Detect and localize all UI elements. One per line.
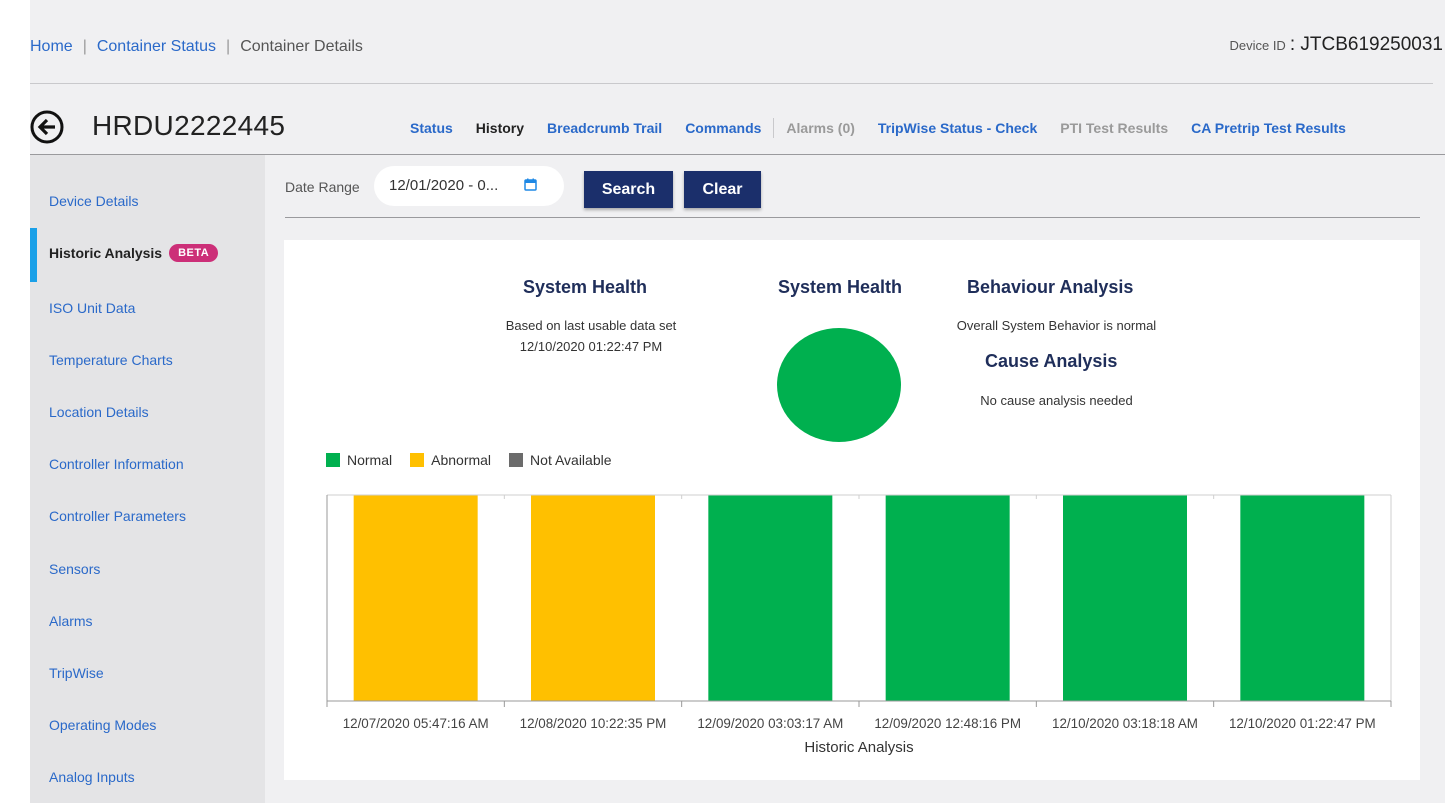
breadcrumb-home[interactable]: Home [30, 38, 73, 56]
legend-label-abnormal: Abnormal [431, 452, 492, 468]
sidebar-item-temperature-charts[interactable]: Temperature Charts [49, 352, 173, 368]
search-button[interactable]: Search [584, 171, 673, 208]
title-row: HRDU2222445 Status History Breadcrumb Tr… [30, 108, 1445, 148]
system-health-basis: Based on last usable data set [505, 318, 677, 333]
calendar-icon[interactable] [524, 178, 537, 191]
sidebar-item-label: Historic Analysis [49, 245, 163, 261]
page: Home | Container Status | Container Deta… [0, 0, 1445, 809]
behaviour-analysis-text: Overall System Behavior is normal [956, 318, 1157, 333]
cause-analysis-text: No cause analysis needed [980, 393, 1133, 408]
sidebar-item-alarms[interactable]: Alarms [49, 613, 93, 629]
breadcrumb-separator: | [82, 38, 87, 55]
chart-bar[interactable] [353, 495, 478, 701]
date-range-value: 12/01/2020 - 0... [389, 177, 499, 194]
tab-pti-test-results[interactable]: PTI Test Results [1060, 120, 1168, 136]
chart-legend: Normal Abnormal Not Available [326, 452, 630, 468]
sidebar-active-indicator [30, 228, 37, 282]
sidebar-item-analog-inputs[interactable]: Analog Inputs [49, 769, 135, 785]
sidebar-item-controller-information[interactable]: Controller Information [49, 456, 184, 472]
sidebar-item-controller-parameters[interactable]: Controller Parameters [49, 508, 186, 524]
container-id-title: HRDU2222445 [92, 110, 286, 141]
tab-breadcrumb-trail[interactable]: Breadcrumb Trail [547, 120, 662, 136]
tab-ca-pretrip-test-results[interactable]: CA Pretrip Test Results [1191, 120, 1346, 136]
legend-swatch-not-available [509, 453, 524, 467]
tab-separator [773, 118, 775, 138]
chart-bar[interactable] [531, 495, 655, 701]
app-container: Home | Container Status | Container Deta… [30, 0, 1445, 803]
legend-swatch-normal [326, 453, 340, 467]
chart-tick-label: 12/09/2020 12:48:16 PM [874, 716, 1021, 731]
tab-tripwise-status[interactable]: TripWise Status - Check [878, 120, 1037, 136]
chart-bar[interactable] [708, 495, 833, 701]
behaviour-analysis-title: Behaviour Analysis [967, 277, 1134, 297]
historic-analysis-chart: 12/07/2020 05:47:16 AM 12/08/2020 10:22:3… [326, 494, 1392, 756]
divider [30, 83, 1433, 84]
breadcrumb-container-status[interactable]: Container Status [97, 38, 216, 56]
chart-tick-label: 12/10/2020 01:22:47 PM [1229, 716, 1376, 731]
sidebar: Device Details Historic Analysis BETA IS… [30, 155, 265, 803]
system-health-indicator-title: System Health [778, 277, 903, 297]
sidebar-item-location-details[interactable]: Location Details [49, 404, 149, 420]
divider [285, 217, 1420, 218]
chart-tick-label: 12/08/2020 10:22:35 PM [520, 716, 667, 731]
chart-bar[interactable] [885, 495, 1010, 701]
back-arrow-icon[interactable] [30, 110, 64, 144]
breadcrumb-separator: | [226, 38, 231, 55]
legend-item-abnormal[interactable]: Abnormal [410, 452, 491, 468]
analysis-panel: System Health Based on last usable data … [284, 240, 1420, 780]
chart-tick-label: 12/10/2020 03:18:18 AM [1052, 716, 1198, 731]
legend-item-normal[interactable]: Normal [326, 452, 392, 468]
clear-button[interactable]: Clear [684, 171, 761, 208]
chart-bar[interactable] [1063, 495, 1187, 701]
legend-label-normal: Normal [347, 452, 393, 468]
tab-bar: Status History Breadcrumb Trail Commands… [410, 118, 1369, 138]
date-range-label: Date Range [285, 179, 360, 195]
chart-tick-label: 12/09/2020 03:03:17 AM [697, 716, 843, 731]
tab-alarms[interactable]: Alarms (0) [786, 120, 854, 136]
legend-swatch-abnormal [410, 453, 425, 467]
breadcrumb: Home | Container Status | Container Deta… [30, 38, 363, 56]
chart-tick-label: 12/07/2020 05:47:16 AM [343, 716, 489, 731]
chart-x-axis-title: Historic Analysis [804, 739, 913, 756]
device-id: Device ID : JTCB619250031 [1229, 34, 1443, 56]
system-health-title: System Health [523, 277, 648, 297]
sidebar-item-sensors[interactable]: Sensors [49, 561, 100, 577]
sidebar-item-tripwise[interactable]: TripWise [49, 665, 104, 681]
sidebar-item-iso-unit-data[interactable]: ISO Unit Data [49, 300, 135, 316]
legend-item-not-available[interactable]: Not Available [509, 452, 612, 468]
legend-label-not-available: Not Available [530, 452, 612, 468]
cause-analysis-title: Cause Analysis [985, 351, 1118, 371]
tab-status[interactable]: Status [410, 120, 453, 136]
system-health-indicator [777, 328, 901, 442]
beta-badge: BETA [169, 244, 219, 262]
tab-history[interactable]: History [476, 120, 524, 136]
device-id-value: : JTCB619250031 [1289, 34, 1443, 55]
device-id-label: Device ID [1229, 38, 1286, 53]
sidebar-item-operating-modes[interactable]: Operating Modes [49, 717, 156, 733]
system-health-timestamp: 12/10/2020 01:22:47 PM [519, 339, 663, 354]
tab-commands[interactable]: Commands [685, 120, 761, 136]
sidebar-item-historic-analysis[interactable]: Historic Analysis BETA [49, 244, 219, 262]
chart-bar[interactable] [1240, 495, 1365, 701]
breadcrumb-current: Container Details [240, 38, 363, 55]
sidebar-item-device-details[interactable]: Device Details [49, 193, 138, 209]
date-range-input[interactable]: 12/01/2020 - 0... [374, 166, 564, 206]
